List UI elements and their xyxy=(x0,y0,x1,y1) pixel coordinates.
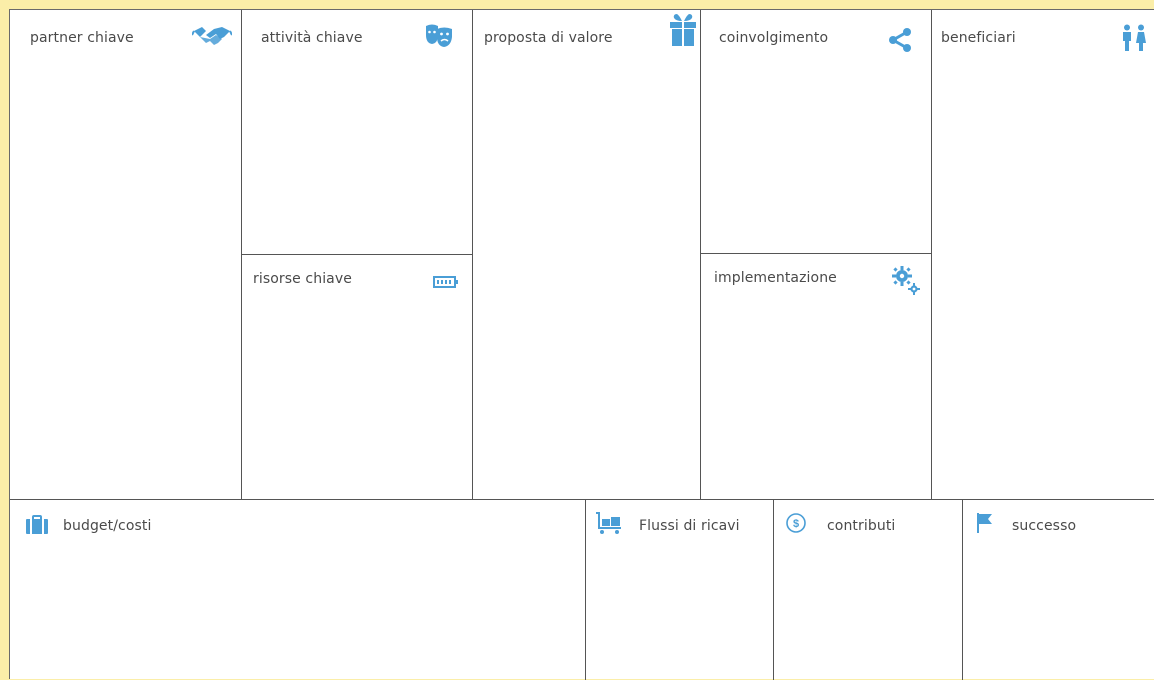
block-label: contributi xyxy=(827,518,896,534)
block-success[interactable]: successo xyxy=(962,499,1154,680)
block-resources[interactable]: risorse chiave xyxy=(241,254,472,499)
gears-icon xyxy=(891,265,921,297)
share-icon xyxy=(887,27,913,53)
block-label: coinvolgimento xyxy=(719,30,829,46)
block-label: successo xyxy=(1012,518,1077,534)
block-label: proposta di valore xyxy=(484,30,613,46)
block-label: implementazione xyxy=(714,270,837,286)
block-contributions[interactable]: $ contributi xyxy=(773,499,962,680)
block-engagement[interactable]: coinvolgimento xyxy=(700,10,931,253)
block-label: partner chiave xyxy=(30,30,134,46)
block-label: budget/costi xyxy=(63,518,152,534)
block-label: beneficiari xyxy=(941,30,1016,46)
block-label: Flussi di ricavi xyxy=(639,518,740,534)
people-icon xyxy=(1121,24,1147,52)
block-beneficiaries[interactable]: beneficiari xyxy=(931,10,1154,499)
block-partners[interactable]: partner chiave xyxy=(10,10,241,499)
canvas-grid: partner chiave attività chiave proposta … xyxy=(9,9,1154,680)
block-revenue[interactable]: Flussi di ricavi xyxy=(585,499,773,680)
briefcase-icon xyxy=(25,515,49,535)
block-label: attività chiave xyxy=(261,30,363,46)
battery-icon xyxy=(433,276,459,288)
handshake-icon xyxy=(192,25,232,49)
block-label: risorse chiave xyxy=(253,271,352,287)
block-budget[interactable]: budget/costi xyxy=(10,499,585,680)
theater-masks-icon xyxy=(425,23,453,49)
gift-icon xyxy=(669,12,697,48)
svg-text:$: $ xyxy=(793,518,799,530)
dollar-coin-icon: $ xyxy=(785,512,807,534)
block-implementation[interactable]: implementazione xyxy=(700,253,931,499)
block-value-proposition[interactable]: proposta di valore xyxy=(472,10,700,499)
cart-icon xyxy=(595,512,623,536)
block-activities[interactable]: attività chiave xyxy=(241,10,472,254)
flag-icon xyxy=(976,512,994,534)
